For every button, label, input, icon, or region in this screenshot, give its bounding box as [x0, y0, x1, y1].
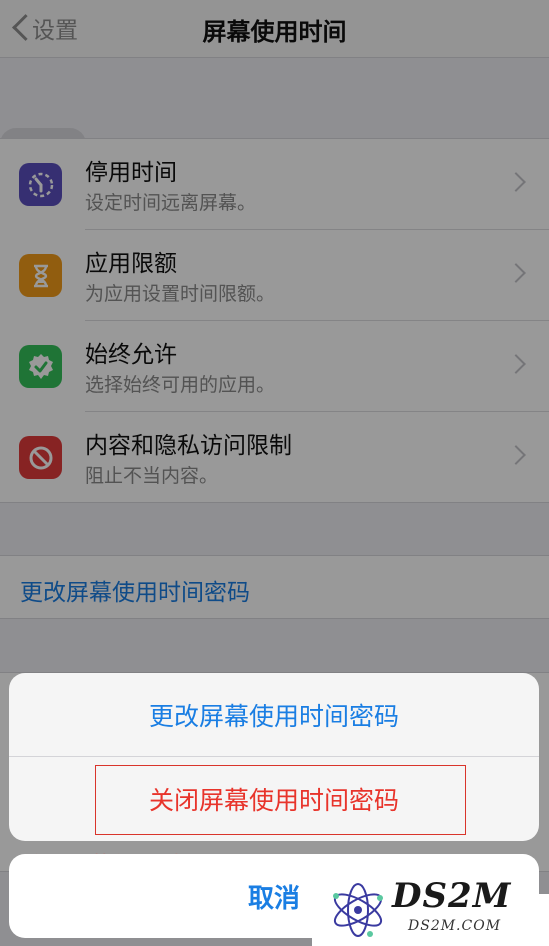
turn-off-passcode-button[interactable]: 关闭屏幕使用时间密码: [9, 757, 539, 841]
watermark-domain: DS2M.COM: [408, 918, 502, 934]
change-passcode-label: 更改屏幕使用时间密码: [148, 701, 399, 731]
change-passcode-button[interactable]: 更改屏幕使用时间密码: [9, 673, 539, 757]
watermark: DS2M DS2M.COM: [312, 874, 549, 946]
watermark-brand: DS2M: [392, 876, 512, 916]
turn-off-passcode-label: 关闭屏幕使用时间密码: [148, 786, 399, 815]
atom-logo-icon: [333, 883, 383, 937]
action-sheet: 更改屏幕使用时间密码 关闭屏幕使用时间密码: [9, 673, 539, 841]
cancel-label: 取消: [247, 883, 300, 914]
screen-time-settings-page: 设置 屏幕使用时间 停用时间 设定时间远离屏幕。 应用限额 为应用设置时间限额。…: [0, 0, 549, 946]
